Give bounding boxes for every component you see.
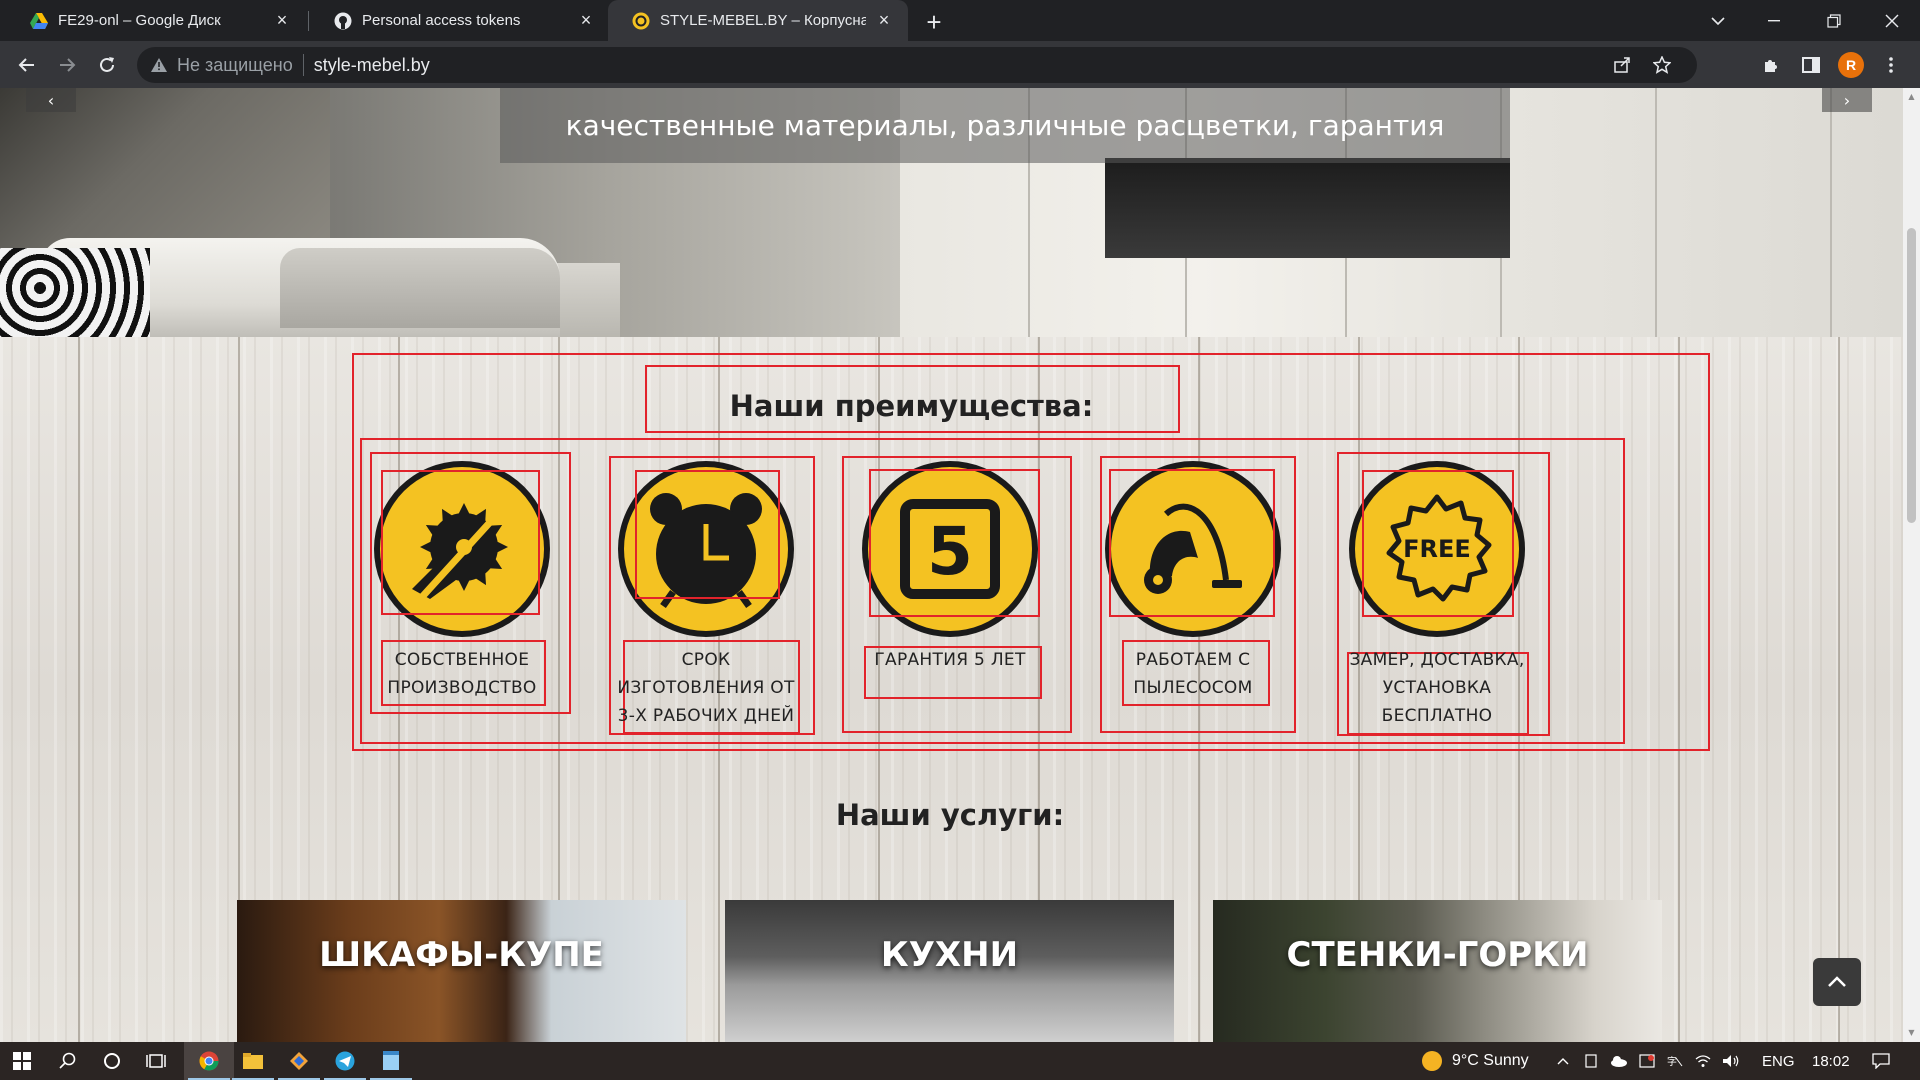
- bookmark-star-icon[interactable]: [1645, 47, 1679, 83]
- svg-text:字: 字: [1667, 1055, 1677, 1068]
- telegram-icon[interactable]: [320, 1042, 370, 1080]
- service-card-title: КУХНИ: [880, 935, 1019, 975]
- wardrobe-door-line: [1655, 88, 1657, 337]
- scroll-up-arrow-icon[interactable]: ▲: [1907, 92, 1916, 101]
- close-tab-icon[interactable]: ×: [576, 10, 596, 31]
- tab-github-tokens[interactable]: Personal access tokens ×: [310, 0, 610, 41]
- tab-title: Personal access tokens: [362, 12, 521, 29]
- advantage-label: СРОК ИЗГОТОВЛЕНИЯ ОТ 3-Х РАБОЧИХ ДНЕЙ: [617, 650, 795, 726]
- tab-separator: [308, 11, 309, 31]
- page-viewport: качественные материалы, различные расцве…: [0, 88, 1903, 1042]
- wardrobe-door-line: [1830, 88, 1832, 337]
- services-title: Наши услуги:: [835, 798, 1065, 832]
- service-card-title: ШКАФЫ-КУПЕ: [319, 935, 604, 975]
- advantage-icon-outline: [1362, 470, 1514, 617]
- advantage-icon-outline: [381, 470, 540, 615]
- chevron-up-icon[interactable]: [1550, 1042, 1576, 1080]
- weather-text[interactable]: 9°C Sunny: [1452, 1042, 1529, 1080]
- tablet-icon[interactable]: [1578, 1042, 1604, 1080]
- security-status-label[interactable]: Не защищено: [177, 55, 293, 76]
- notepad-icon[interactable]: [366, 1042, 416, 1080]
- google-drive-icon: [30, 12, 48, 30]
- page-scrollbar[interactable]: ▲ ▼: [1903, 88, 1920, 1042]
- scrollbar-thumb[interactable]: [1907, 228, 1916, 523]
- forward-button[interactable]: [50, 48, 84, 82]
- weather-sun-icon[interactable]: [1418, 1042, 1446, 1080]
- tab-style-mebel[interactable]: STYLE-MEBEL.BY – Корпусная ме ×: [608, 0, 908, 41]
- onedrive-cloud-icon[interactable]: [1606, 1042, 1632, 1080]
- advantage-icon-outline: [1109, 469, 1275, 617]
- file-explorer-icon[interactable]: [228, 1042, 278, 1080]
- hero-image-glass-panel: [1105, 158, 1510, 258]
- security-center-icon[interactable]: [1634, 1042, 1660, 1080]
- service-card-wardrobes[interactable]: ШКАФЫ-КУПЕ: [237, 900, 686, 1042]
- scroll-to-top-button[interactable]: [1813, 958, 1861, 1006]
- task-view-icon[interactable]: [134, 1042, 178, 1080]
- service-card-title: СТЕНКИ-ГОРКИ: [1286, 935, 1589, 975]
- language-indicator[interactable]: ENG: [1762, 1042, 1795, 1080]
- notifications-icon[interactable]: [1866, 1042, 1896, 1080]
- slider-next-button[interactable]: ›: [1822, 88, 1872, 112]
- profile-initial: R: [1838, 52, 1864, 78]
- advantage-label: ЗАМЕР, ДОСТАВКА, УСТАНОВКА БЕСПЛАТНО: [1349, 650, 1525, 726]
- address-bar[interactable]: Не защищено style-mebel.by: [137, 47, 1697, 83]
- extensions-icon[interactable]: [1754, 48, 1788, 82]
- search-icon[interactable]: [46, 1042, 90, 1080]
- back-button[interactable]: [10, 48, 44, 82]
- share-icon[interactable]: [1605, 47, 1639, 83]
- volume-icon[interactable]: [1718, 1042, 1744, 1080]
- minimize-button[interactable]: [1746, 0, 1802, 41]
- service-card-kitchens[interactable]: КУХНИ: [725, 900, 1174, 1042]
- app-diamond-icon[interactable]: [274, 1042, 324, 1080]
- advantage-icon-outline: [869, 469, 1040, 617]
- new-tab-button[interactable]: +: [920, 7, 948, 37]
- slider-prev-button[interactable]: ‹: [26, 88, 76, 112]
- tab-google-drive[interactable]: FE29-onl – Google Диск ×: [6, 0, 306, 41]
- advantage-icon-outline: [635, 470, 780, 599]
- wifi-icon[interactable]: [1690, 1042, 1716, 1080]
- close-window-button[interactable]: [1864, 0, 1920, 41]
- side-panel-icon[interactable]: [1794, 48, 1828, 82]
- tab-title: STYLE-MEBEL.BY – Корпусная ме: [660, 12, 866, 29]
- windows-taskbar: 9°C Sunny 字 ENG 18:02: [0, 1042, 1920, 1080]
- browser-menu-icon[interactable]: [1874, 48, 1908, 82]
- cortana-icon[interactable]: [90, 1042, 134, 1080]
- url-text[interactable]: style-mebel.by: [314, 55, 430, 76]
- hero-image-pillow: [0, 248, 150, 337]
- divider: [302, 54, 304, 76]
- restore-button[interactable]: [1806, 0, 1862, 41]
- tab-title: FE29-onl – Google Диск: [58, 12, 221, 29]
- chrome-taskbar-icon[interactable]: [184, 1042, 234, 1080]
- browser-toolbar: Не защищено style-mebel.by R: [0, 41, 1920, 88]
- advantages-title: Наши преимущества:: [729, 389, 1094, 423]
- advantage-label: ГАРАНТИЯ 5 ЛЕТ: [874, 650, 1026, 670]
- hero-image-blanket: [280, 248, 560, 328]
- hero-caption: качественные материалы, различные расцве…: [500, 88, 1510, 163]
- browser-tab-strip: FE29-onl – Google Диск × Personal access…: [0, 0, 1920, 41]
- close-tab-icon[interactable]: ×: [272, 10, 292, 31]
- clock-time[interactable]: 18:02: [1812, 1042, 1850, 1080]
- start-button[interactable]: [0, 1042, 44, 1080]
- input-method-icon[interactable]: 字: [1662, 1042, 1688, 1080]
- profile-avatar[interactable]: R: [1834, 48, 1868, 82]
- scroll-down-arrow-icon[interactable]: ▼: [1907, 1028, 1916, 1037]
- style-mebel-icon: [632, 12, 650, 30]
- tab-search-chevron-icon[interactable]: [1690, 0, 1746, 41]
- close-tab-icon[interactable]: ×: [874, 10, 894, 31]
- hero-slider: качественные материалы, различные расцве…: [0, 88, 1903, 337]
- github-icon: [334, 12, 352, 30]
- warning-icon[interactable]: [151, 58, 167, 72]
- advantage-label: РАБОТАЕМ С ПЫЛЕСОСОМ: [1133, 650, 1253, 698]
- advantage-label: СОБСТВЕННОЕ ПРОИЗВОДСТВО: [387, 650, 537, 698]
- service-card-wall-units[interactable]: СТЕНКИ-ГОРКИ: [1213, 900, 1662, 1042]
- reload-button[interactable]: [90, 48, 124, 82]
